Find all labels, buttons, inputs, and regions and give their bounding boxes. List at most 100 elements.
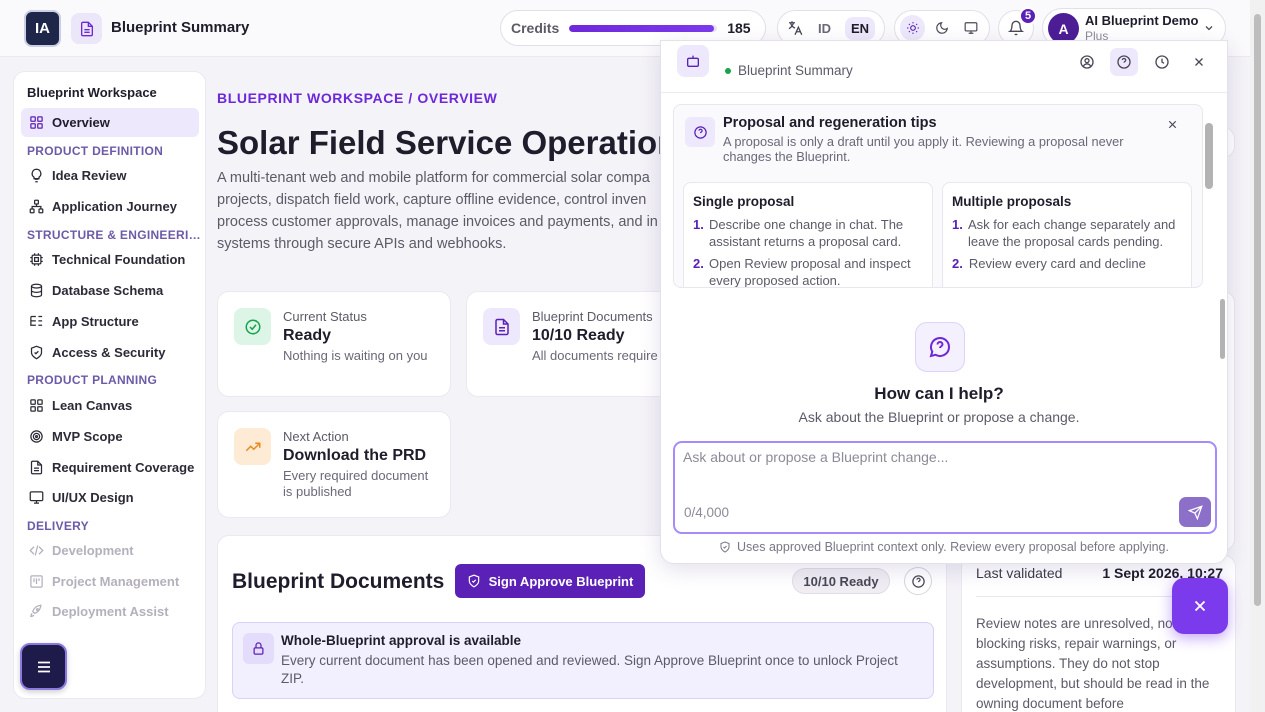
sidebar-item-uiux-design[interactable]: UI/UX Design bbox=[21, 483, 199, 512]
sidebar-item-app-structure[interactable]: App Structure bbox=[21, 307, 199, 336]
sidebar-section-definition: PRODUCT DEFINITION bbox=[27, 144, 164, 158]
question-icon bbox=[1116, 54, 1132, 70]
sign-approve-label: Sign Approve Blueprint bbox=[488, 573, 634, 589]
close-icon[interactable] bbox=[1166, 118, 1179, 131]
database-icon bbox=[29, 283, 44, 298]
question-icon bbox=[685, 117, 715, 147]
sidebar-item-label: Project Management bbox=[52, 574, 180, 589]
last-validated-label: Last validated bbox=[976, 565, 1063, 581]
multiple-proposals-title: Multiple proposals bbox=[952, 194, 1072, 209]
document-icon bbox=[483, 308, 520, 345]
kanban-icon bbox=[29, 574, 44, 589]
status-card-value: Ready bbox=[283, 327, 332, 344]
sidebar-section-delivery: DELIVERY bbox=[27, 519, 89, 533]
tree-icon bbox=[29, 314, 44, 329]
sidebar-item-development[interactable]: Development bbox=[21, 536, 199, 565]
sidebar-item-label: Deployment Assist bbox=[52, 604, 169, 619]
shield-icon bbox=[29, 345, 44, 360]
approval-notice: Whole-Blueprint approval is available Ev… bbox=[232, 622, 934, 699]
sign-approve-button[interactable]: Sign Approve Blueprint bbox=[455, 564, 645, 598]
send-icon bbox=[1187, 504, 1203, 520]
list-item: 1. Describe one change in chat. The assis… bbox=[693, 217, 904, 249]
sidebar-item-application-journey[interactable]: Application Journey bbox=[21, 192, 199, 221]
status-card: Current Status Ready Nothing is waiting … bbox=[217, 291, 451, 397]
tips-scrollbar[interactable] bbox=[1205, 123, 1213, 189]
tips-panel: Proposal and regeneration tips A proposa… bbox=[673, 104, 1203, 288]
documents-card-sub: All documents require bbox=[532, 348, 658, 363]
project-title: Solar Field Service Operations bbox=[217, 124, 696, 161]
check-circle-icon bbox=[234, 308, 271, 345]
sidebar-item-deployment-assist[interactable]: Deployment Assist bbox=[21, 597, 199, 626]
page-scrollbar[interactable] bbox=[1250, 0, 1265, 712]
document-icon bbox=[29, 460, 44, 475]
sidebar-item-requirement-coverage[interactable]: Requirement Coverage bbox=[21, 453, 199, 482]
moon-icon[interactable] bbox=[929, 15, 954, 41]
close-icon bbox=[1192, 55, 1206, 69]
sun-icon[interactable] bbox=[900, 15, 926, 41]
sidebar-item-access-security[interactable]: Access & Security bbox=[21, 338, 199, 367]
code-icon bbox=[29, 543, 44, 558]
trending-up-icon bbox=[234, 428, 271, 465]
next-action-label: Next Action bbox=[283, 429, 349, 444]
history-button[interactable] bbox=[1148, 48, 1176, 76]
online-indicator bbox=[725, 67, 731, 74]
help-button[interactable] bbox=[904, 567, 932, 595]
list-item: 2. Review every card and decline bbox=[952, 256, 1146, 271]
sidebar-item-overview[interactable]: Overview bbox=[21, 108, 199, 137]
chat-help-button[interactable] bbox=[1110, 48, 1138, 76]
user-circle-icon bbox=[1079, 54, 1095, 70]
status-card-label: Current Status bbox=[283, 309, 367, 324]
shield-check-icon bbox=[719, 541, 731, 553]
persona-button[interactable] bbox=[1073, 48, 1101, 76]
breadcrumb: BLUEPRINT WORKSPACE / OVERVIEW bbox=[217, 90, 498, 106]
sidebar-section-planning: PRODUCT PLANNING bbox=[27, 373, 158, 387]
send-button[interactable] bbox=[1179, 497, 1211, 527]
sidebar-item-technical-foundation[interactable]: Technical Foundation bbox=[21, 245, 199, 274]
sidebar-item-idea-review[interactable]: Idea Review bbox=[21, 161, 199, 190]
sidebar-item-mvp-scope[interactable]: MVP Scope bbox=[21, 422, 199, 451]
scrollbar-thumb[interactable] bbox=[1254, 14, 1261, 606]
list-item: 2. Open Review proposal and inspect every… bbox=[693, 256, 911, 288]
credits-value: 185 bbox=[727, 20, 751, 36]
clock-icon bbox=[1154, 54, 1170, 70]
sidebar-item-lean-canvas[interactable]: Lean Canvas bbox=[21, 391, 199, 420]
menu-button[interactable] bbox=[20, 643, 67, 690]
chat-empty-state: How can I help? Ask about the Blueprint … bbox=[661, 296, 1227, 428]
lang-option-id[interactable]: ID bbox=[812, 17, 837, 40]
sidebar-item-label: Database Schema bbox=[52, 283, 164, 298]
notice-text: Every current document has been opened a… bbox=[281, 653, 898, 686]
shield-icon bbox=[467, 574, 481, 588]
assistant-chat-panel: Blueprint Summary Proposal and regenerat… bbox=[660, 40, 1228, 564]
sidebar-item-label: Overview bbox=[52, 115, 110, 130]
next-action-card[interactable]: Next Action Download the PRD Every requi… bbox=[217, 411, 451, 518]
chat-header: Blueprint Summary bbox=[661, 41, 1227, 93]
chevron-down-icon bbox=[1203, 22, 1215, 34]
close-icon bbox=[1191, 597, 1209, 615]
monitor-icon bbox=[29, 490, 44, 505]
sidebar-item-label: App Structure bbox=[52, 314, 139, 329]
sidebar-item-project-management[interactable]: Project Management bbox=[21, 567, 199, 596]
next-action-sub: Every required document is published bbox=[283, 468, 429, 499]
rocket-icon bbox=[29, 604, 44, 619]
chat-close-button[interactable] bbox=[1185, 48, 1213, 76]
chat-input[interactable] bbox=[683, 449, 1183, 489]
notice-title: Whole-Blueprint approval is available bbox=[281, 633, 522, 648]
messages-scrollbar[interactable] bbox=[1220, 299, 1225, 359]
lang-option-en[interactable]: EN bbox=[845, 16, 876, 40]
empty-description: Ask about the Blueprint or propose a cha… bbox=[798, 409, 1080, 425]
empty-title: How can I help? bbox=[874, 384, 1004, 403]
list-item: 1. Ask for each change separately and lea… bbox=[952, 217, 1176, 249]
single-proposal-title: Single proposal bbox=[693, 194, 795, 209]
tips-description: A proposal is only a draft until you app… bbox=[723, 134, 1124, 164]
monitor-icon[interactable] bbox=[959, 15, 984, 41]
sidebar-item-label: Development bbox=[52, 543, 134, 558]
sidebar-item-label: Access & Security bbox=[52, 345, 166, 360]
char-counter: 0/4,000 bbox=[684, 505, 730, 520]
app-logo[interactable]: IA bbox=[24, 10, 61, 47]
sidebar-item-label: UI/UX Design bbox=[52, 490, 134, 505]
documents-title: Blueprint Documents bbox=[232, 570, 445, 593]
close-assistant-button[interactable] bbox=[1172, 578, 1228, 634]
page-title: Blueprint Summary bbox=[111, 19, 250, 36]
sidebar-item-database-schema[interactable]: Database Schema bbox=[21, 276, 199, 305]
multiple-proposals-card: Multiple proposals 1. Ask for each change… bbox=[942, 182, 1192, 287]
